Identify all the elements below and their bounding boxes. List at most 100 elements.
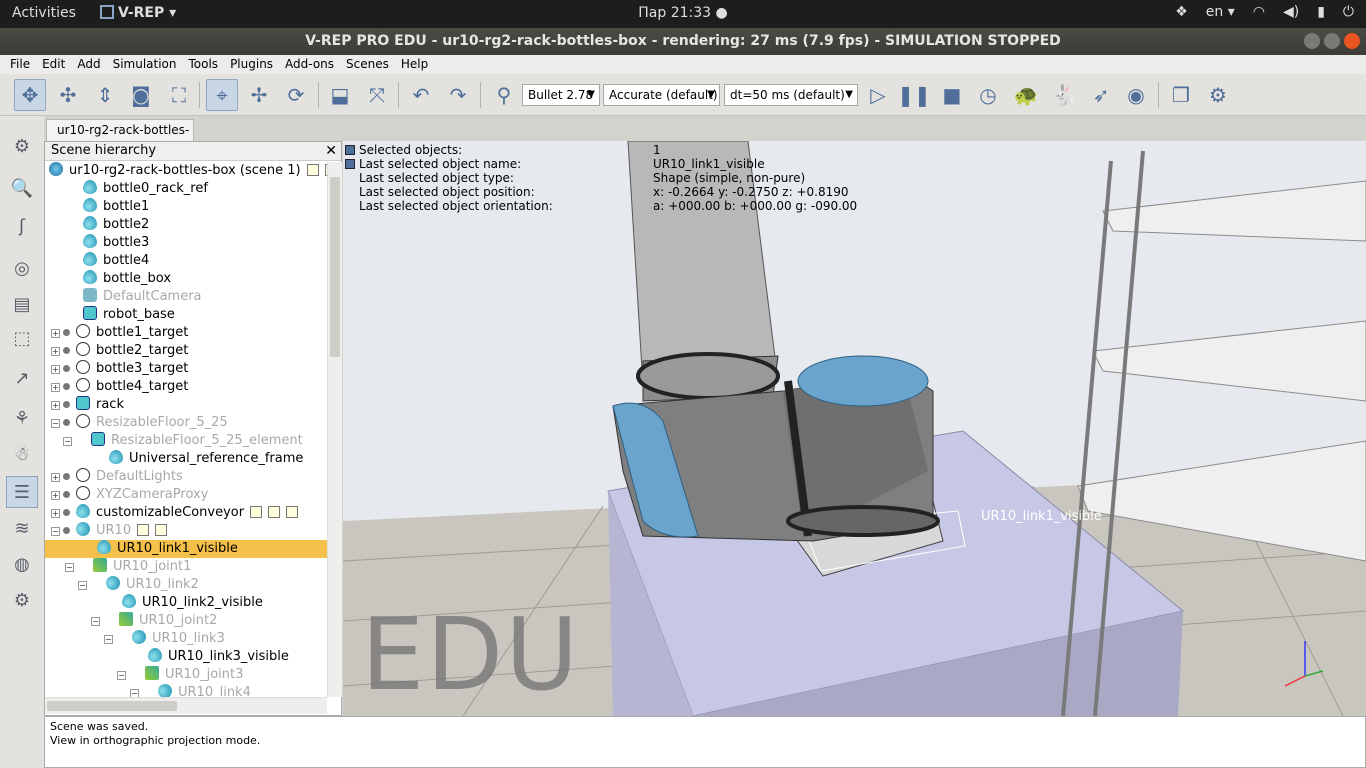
info-toggle-icon[interactable]: [345, 145, 355, 155]
tree-item[interactable]: ur10-rg2-rack-bottles-box (scene 1): [49, 162, 327, 180]
tree-item[interactable]: − UR10_joint2: [91, 612, 217, 630]
camera-rotate-icon[interactable]: ✣: [52, 79, 84, 111]
faster-rabbit-icon[interactable]: 🐇: [1048, 79, 1080, 111]
shape-edit-icon[interactable]: ⬚: [6, 322, 38, 354]
battery-icon[interactable]: ▮: [1317, 4, 1325, 20]
tree-item[interactable]: − ResizableFloor_5_25: [51, 414, 228, 432]
tree-vertical-scrollbar[interactable]: [327, 162, 342, 697]
scene-selector-icon[interactable]: ⚙: [1202, 79, 1234, 111]
undo-icon[interactable]: ↶: [405, 79, 437, 111]
scene-tree[interactable]: ur10-rg2-rack-bottles-box (scene 1) bott…: [45, 162, 327, 697]
tree-item[interactable]: robot_base: [83, 306, 175, 324]
layers-icon[interactable]: ≋: [6, 512, 38, 544]
scene-tab[interactable]: ur10-rg2-rack-bottles-box: [46, 119, 194, 158]
volume-icon[interactable]: ◀): [1283, 4, 1299, 20]
menu-file[interactable]: File: [4, 55, 36, 74]
tree-item[interactable]: − UR10: [51, 522, 168, 540]
tree-item[interactable]: − UR10_link2: [78, 576, 199, 594]
path-edit-icon[interactable]: ↗: [6, 362, 38, 394]
slower-turtle-icon[interactable]: 🐢: [1010, 79, 1042, 111]
thread-rendering-icon[interactable]: ➶: [1085, 79, 1117, 111]
camera-angle-icon[interactable]: ◙: [125, 79, 157, 111]
script-icon[interactable]: [268, 506, 281, 518]
redo-icon[interactable]: ↷: [442, 79, 474, 111]
function-icon[interactable]: ʃ: [6, 210, 38, 242]
menu-addons[interactable]: Add-ons: [279, 55, 340, 74]
tree-item[interactable]: UR10_link2_visible: [122, 594, 263, 612]
selection-icon[interactable]: ⚘: [6, 402, 38, 434]
scene-hierarchy-icon[interactable]: ☰: [6, 476, 38, 508]
video-recorder-icon[interactable]: ◍: [6, 548, 38, 580]
tree-item[interactable]: + XYZCameraProxy: [51, 486, 208, 504]
calculation-modules-icon[interactable]: 🔍: [6, 172, 38, 204]
collections-icon[interactable]: ◎: [6, 252, 38, 284]
click-select-icon[interactable]: ⌖: [206, 79, 238, 111]
script-icon[interactable]: [286, 506, 299, 518]
fit-to-view-icon[interactable]: ⛶: [163, 79, 195, 111]
tree-item[interactable]: + DefaultLights: [51, 468, 183, 486]
menu-help[interactable]: Help: [395, 55, 434, 74]
tree-item[interactable]: UR10_link3_visible: [148, 648, 289, 666]
tree-item[interactable]: − ResizableFloor_5_25_element: [63, 432, 303, 450]
timestep-select[interactable]: dt=50 ms (default) ▼: [724, 84, 858, 106]
page-selector-icon[interactable]: ❐: [1165, 79, 1197, 111]
object-rotate-icon[interactable]: ⟳: [280, 79, 312, 111]
tree-item[interactable]: bottle2: [83, 216, 149, 234]
tree-item[interactable]: + bottle3_target: [51, 360, 188, 378]
maximize-button[interactable]: [1324, 33, 1340, 49]
transfer-dna-icon[interactable]: ⤧: [361, 79, 393, 111]
power-icon[interactable]: ⏻: [1343, 4, 1354, 20]
script-icon[interactable]: [137, 524, 150, 536]
visualization-eye-icon[interactable]: ◉: [1120, 79, 1152, 111]
minimize-button[interactable]: [1304, 33, 1320, 49]
pause-icon[interactable]: ❚❚: [897, 79, 931, 111]
menu-edit[interactable]: Edit: [36, 55, 71, 74]
camera-pan-icon[interactable]: ✥: [14, 79, 46, 111]
simulation-settings-icon[interactable]: ⚙: [6, 130, 38, 162]
tree-item[interactable]: bottle3: [83, 234, 149, 252]
tree-item[interactable]: + bottle2_target: [51, 342, 188, 360]
script-icon[interactable]: [155, 524, 168, 536]
user-settings-icon[interactable]: ⚙: [6, 584, 38, 616]
activities-button[interactable]: Activities: [12, 5, 76, 21]
object-shift-icon[interactable]: ✢: [243, 79, 275, 111]
dynamics-icon[interactable]: ⚲: [488, 79, 520, 111]
script-icon[interactable]: [250, 506, 263, 518]
camera-shift-icon[interactable]: ⇕: [89, 79, 121, 111]
script-icon[interactable]: [306, 164, 319, 176]
tree-item[interactable]: + customizableConveyor: [51, 504, 299, 522]
close-button[interactable]: [1344, 33, 1360, 49]
tree-item[interactable]: Universal_reference_frame: [109, 450, 303, 468]
dropbox-icon[interactable]: ❖: [1175, 4, 1188, 20]
wifi-icon[interactable]: ◠: [1253, 4, 1265, 20]
tree-item[interactable]: − UR10_joint1: [65, 558, 191, 576]
info-toggle-icon[interactable]: [345, 159, 355, 169]
menu-add[interactable]: Add: [71, 55, 106, 74]
tree-horizontal-scrollbar[interactable]: [45, 697, 327, 714]
menu-simulation[interactable]: Simulation: [107, 55, 183, 74]
tree-item[interactable]: bottle_box: [83, 270, 171, 288]
tree-item[interactable]: bottle1: [83, 198, 149, 216]
language-indicator[interactable]: en ▾: [1206, 4, 1235, 20]
tree-item[interactable]: DefaultCamera: [83, 288, 202, 306]
play-icon[interactable]: ▷: [862, 79, 894, 111]
clock[interactable]: Пар 21:33 ●: [600, 5, 766, 21]
menu-scenes[interactable]: Scenes: [340, 55, 395, 74]
scripts-icon[interactable]: ▤: [6, 288, 38, 320]
tree-item[interactable]: − UR10_joint3: [117, 666, 243, 684]
menu-plugins[interactable]: Plugins: [224, 55, 279, 74]
realtime-clock-icon[interactable]: ◷: [972, 79, 1004, 111]
tree-item[interactable]: + bottle4_target: [51, 378, 188, 396]
close-icon[interactable]: ✕: [325, 142, 337, 160]
stop-icon[interactable]: ■: [936, 79, 968, 111]
app-menu-button[interactable]: V-REP ▾: [100, 5, 176, 21]
tree-item[interactable]: − UR10_link4: [130, 684, 251, 697]
tree-item[interactable]: bottle4: [83, 252, 149, 270]
assemble-icon[interactable]: ⬓: [324, 79, 356, 111]
accuracy-select[interactable]: Accurate (default) ▼: [603, 84, 720, 106]
physics-engine-select[interactable]: Bullet 2.78 ▼: [522, 84, 600, 106]
model-browser-icon[interactable]: ☃: [6, 438, 38, 470]
tree-item-selected[interactable]: UR10_link1_visible: [45, 540, 327, 558]
3d-viewport[interactable]: Selected objects: Last selected object n…: [343, 141, 1366, 716]
menu-tools[interactable]: Tools: [183, 55, 225, 74]
